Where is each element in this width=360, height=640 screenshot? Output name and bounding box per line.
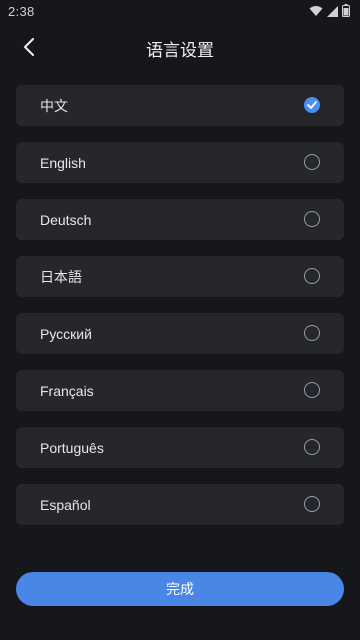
radio-unchecked-icon[interactable]: [304, 382, 320, 398]
radio-unchecked-icon[interactable]: [304, 439, 320, 455]
language-option-de[interactable]: Deutsch: [16, 199, 344, 240]
status-bar: 2:38: [0, 0, 360, 24]
language-label: Русский: [40, 325, 92, 342]
status-time: 2:38: [8, 4, 35, 19]
page-title: 语言设置: [146, 41, 214, 60]
language-option-es[interactable]: Español: [16, 484, 344, 525]
language-option-en[interactable]: English: [16, 142, 344, 183]
battery-icon: [342, 4, 350, 17]
language-label: Português: [40, 439, 104, 456]
wifi-icon: [309, 5, 323, 16]
header: 语言设置: [0, 24, 360, 68]
language-label: 日本語: [40, 268, 82, 285]
language-list: 中文 English Deutsch 日本語 Русский Français …: [16, 85, 344, 541]
language-option-zh[interactable]: 中文: [16, 85, 344, 126]
language-label: Deutsch: [40, 211, 92, 228]
language-option-pt[interactable]: Português: [16, 427, 344, 468]
signal-icon: [327, 5, 338, 17]
language-label: 中文: [40, 97, 68, 114]
status-icons: [309, 4, 350, 17]
language-label: Español: [40, 496, 91, 513]
language-option-fr[interactable]: Français: [16, 370, 344, 411]
language-option-ja[interactable]: 日本語: [16, 256, 344, 297]
language-option-ru[interactable]: Русский: [16, 313, 344, 354]
language-label: Français: [40, 382, 94, 399]
radio-unchecked-icon[interactable]: [304, 211, 320, 227]
done-button[interactable]: 完成: [16, 572, 344, 606]
checkmark-icon: [307, 101, 317, 109]
radio-checked-icon[interactable]: [304, 97, 320, 113]
radio-unchecked-icon[interactable]: [304, 496, 320, 512]
radio-unchecked-icon[interactable]: [304, 154, 320, 170]
radio-unchecked-icon[interactable]: [304, 325, 320, 341]
radio-unchecked-icon[interactable]: [304, 268, 320, 284]
language-label: English: [40, 154, 86, 171]
